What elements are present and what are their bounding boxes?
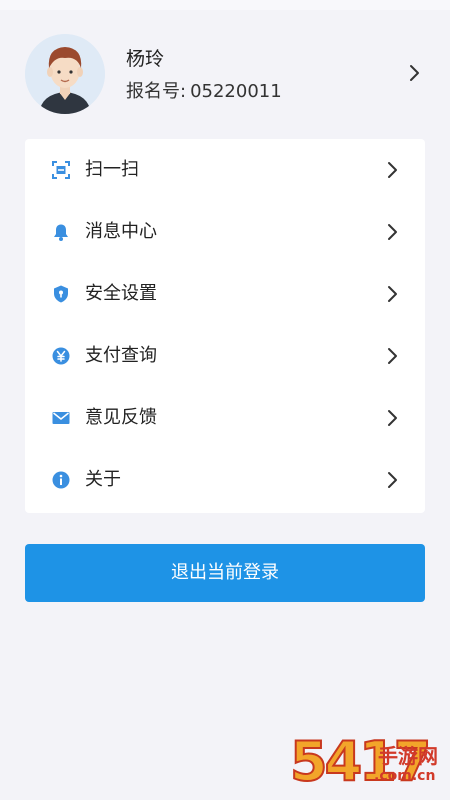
menu-item-label: 意见反馈 <box>85 407 157 428</box>
chevron-right-icon <box>388 224 397 240</box>
chevron-right-icon <box>388 348 397 364</box>
menu-item-about[interactable]: 关于 <box>25 449 425 511</box>
menu-item-label: 支付查询 <box>85 345 157 366</box>
menu-item-label: 安全设置 <box>85 283 157 304</box>
avatar[interactable] <box>25 34 105 114</box>
menu-item-label: 关于 <box>85 469 121 490</box>
bell-icon <box>54 224 68 241</box>
chevron-right-icon <box>388 286 397 302</box>
menu-item-messages[interactable]: 消息中心 <box>25 201 425 263</box>
profile-name: 杨玲 <box>126 48 165 70</box>
registration-number: 报名号: 05220011 <box>126 77 282 103</box>
registration-label: 报名号: <box>126 81 187 102</box>
chevron-right-icon <box>388 410 397 426</box>
watermark-text: 手游网 <box>378 744 438 768</box>
logout-button[interactable]: 退出当前登录 <box>25 544 425 602</box>
avatar-illustration <box>25 34 105 114</box>
chevron-right-icon <box>410 65 419 81</box>
yen-icon <box>52 347 70 365</box>
menu-item-payment[interactable]: 支付查询 <box>25 325 425 387</box>
shield-icon <box>54 285 68 303</box>
watermark-logo: 5417 手游网 .com.cn <box>289 731 450 800</box>
menu-item-feedback[interactable]: 意见反馈 <box>25 387 425 449</box>
chevron-right-icon <box>388 162 397 178</box>
info-icon <box>52 471 70 489</box>
registration-value: 05220011 <box>190 81 282 102</box>
profile-header[interactable]: 杨玲 报名号: 05220011 <box>0 30 450 120</box>
menu-item-security[interactable]: 安全设置 <box>25 263 425 325</box>
menu-item-scan[interactable]: 扫一扫 <box>25 139 425 201</box>
scan-icon <box>52 161 70 179</box>
watermark-domain: .com.cn <box>374 768 436 784</box>
menu-list: 扫一扫 消息中心 安全设置 支付查询 意见反馈 关于 <box>25 139 425 513</box>
mail-icon <box>52 412 70 424</box>
menu-item-label: 消息中心 <box>85 221 157 242</box>
chevron-right-icon <box>388 472 397 488</box>
status-bar-strip <box>0 0 450 10</box>
menu-item-label: 扫一扫 <box>85 159 139 180</box>
